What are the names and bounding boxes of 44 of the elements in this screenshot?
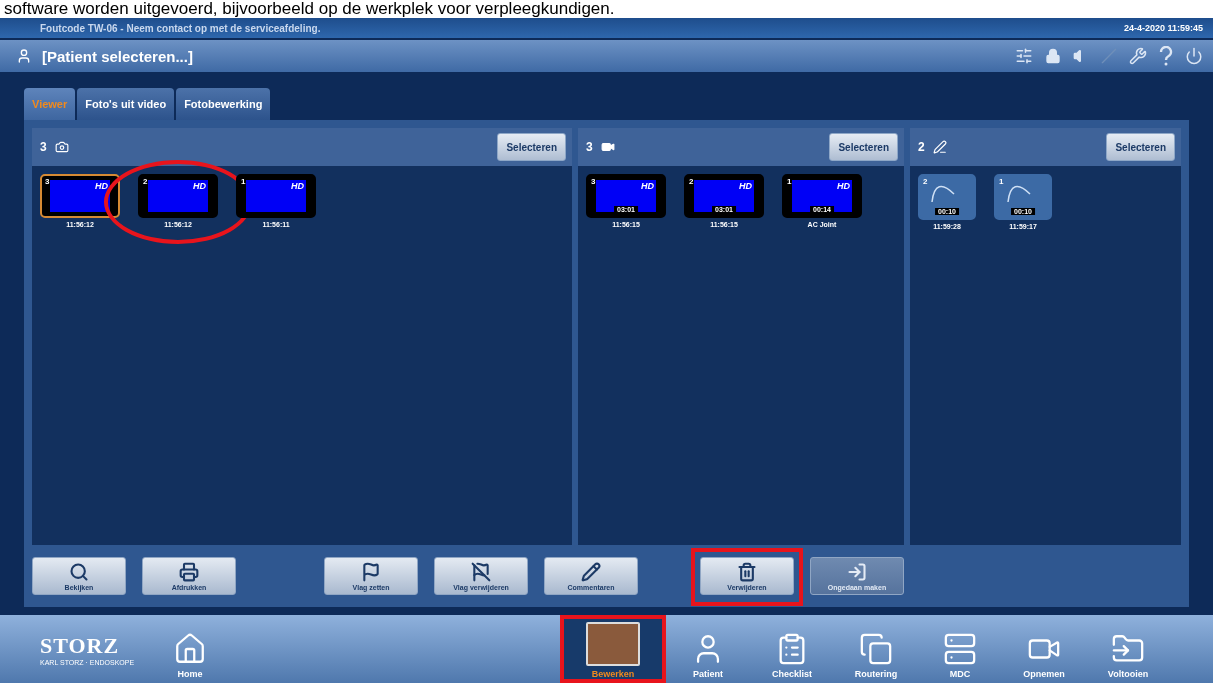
date-time: 24-4-2020 11:59:45 (1123, 23, 1203, 33)
image-thumbnail[interactable]: 2 HD (138, 174, 218, 218)
nav-button[interactable]: Home (170, 615, 210, 683)
house-icon (173, 632, 207, 666)
nav-button[interactable]: MDC (918, 615, 1002, 683)
item-count: 3 (40, 140, 47, 154)
nav-button[interactable]: Routering (834, 615, 918, 683)
pen-icon (932, 140, 947, 154)
item-count: 2 (918, 140, 925, 154)
select-button[interactable]: Selecteren (829, 133, 898, 161)
flag-icon (361, 561, 381, 582)
image-thumbnail[interactable]: 1 HD (236, 174, 316, 218)
nav-button[interactable]: Bewerken (560, 615, 666, 683)
camera-icon (54, 140, 69, 154)
document-text: software worden uitgevoerd, bijvoorbeeld op de werkplek voor verpleegkundigen. (3, 0, 616, 18)
photo-placeholder (586, 622, 640, 666)
copy-icon (859, 632, 893, 666)
image-thumbnail[interactable]: 3 HD (40, 174, 120, 218)
patient-label: [Patient selecteren...] (42, 47, 194, 65)
help-icon[interactable] (1159, 46, 1173, 66)
select-button[interactable]: Selecteren (1106, 133, 1175, 161)
tab[interactable]: Fotobewerking (176, 88, 271, 120)
arrow-into-door-icon (847, 561, 867, 582)
nav-button[interactable]: Voltooien (1086, 615, 1170, 683)
crossed-flag-icon (471, 561, 491, 582)
power-icon[interactable] (1185, 47, 1203, 65)
pencil-icon (581, 561, 601, 582)
lock-icon[interactable] (1045, 48, 1061, 64)
nav-button[interactable]: Opnemen (1002, 615, 1086, 683)
printer-icon (179, 561, 199, 582)
error-message: Foutcode TW-06 - Neem contact op met de serviceafdeling. (40, 22, 321, 34)
video-camera-icon (600, 140, 615, 154)
logo-text: STORZ (40, 632, 121, 659)
select-button[interactable]: Selecteren (497, 133, 566, 161)
wrench-icon[interactable] (1129, 47, 1147, 65)
sliders-icon[interactable] (1015, 47, 1033, 65)
server-icon (943, 632, 977, 666)
person-icon (16, 48, 32, 64)
nav-button[interactable]: Checklist (750, 615, 834, 683)
nav-button[interactable]: Patient (666, 615, 750, 683)
search-icon (69, 561, 89, 582)
item-count: 3 (586, 140, 593, 154)
trash-icon (737, 561, 757, 582)
tab[interactable]: Foto's uit video (77, 88, 175, 120)
